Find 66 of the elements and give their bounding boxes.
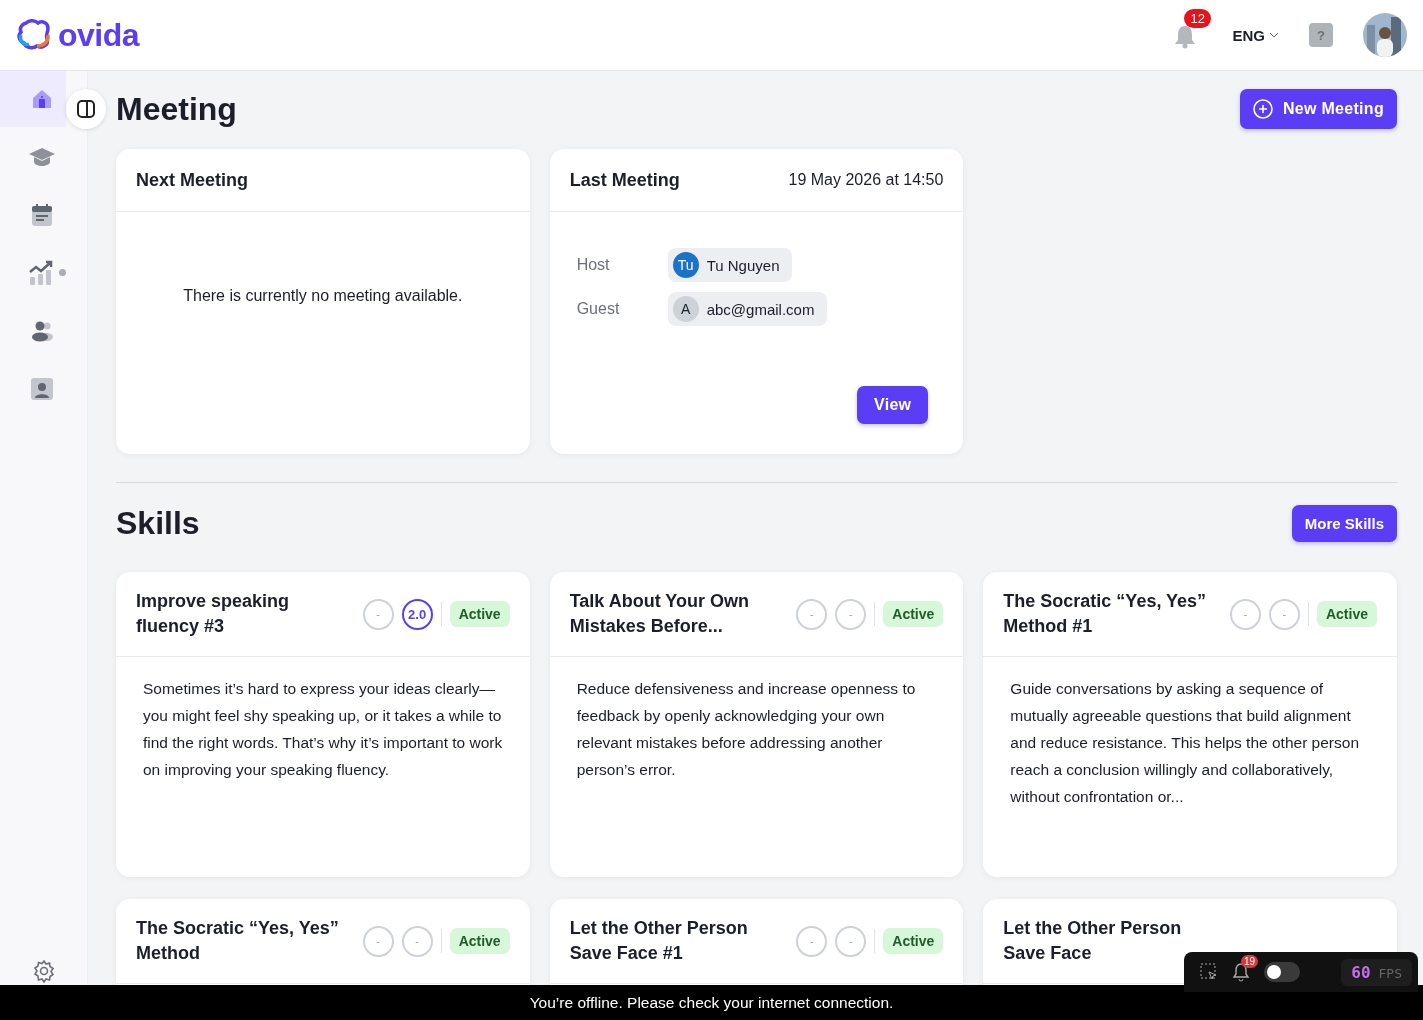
section-title: Skills bbox=[116, 505, 200, 542]
view-button[interactable]: View bbox=[856, 386, 929, 424]
card-title: Next Meeting bbox=[136, 169, 249, 191]
score-circle: - bbox=[1229, 598, 1261, 630]
skill-card[interactable]: Talk About Your Own Mistakes Before... - - Active Reduce defensiveness and increase openness to feedback by openly acknowledging your own relevant mistakes before addressing another person’s error. bbox=[549, 572, 964, 877]
skill-card[interactable]: The Socratic “Yes, Yes” Method - - Active bbox=[116, 899, 530, 985]
skill-title: Talk About Your Own Mistakes Before... bbox=[569, 590, 750, 638]
score-circle: - bbox=[362, 598, 394, 630]
page-title: Meeting bbox=[116, 90, 237, 128]
new-meeting-button[interactable]: New Meeting bbox=[1239, 89, 1397, 129]
graduation-cap-icon bbox=[28, 146, 56, 168]
score-circle: - bbox=[401, 925, 433, 957]
skill-description: Guide conversations by asking a sequence of mutually agreeable questions that build alignment and reduce resistance. This helps the other person reach a conclusion willingly and collaboratively, without confrontation or... bbox=[1009, 679, 1360, 807]
meeting-date: 19 May 2026 at 14:50 bbox=[788, 171, 944, 189]
participant-label: Guest bbox=[576, 300, 620, 318]
home-icon bbox=[30, 87, 54, 111]
score-circle: - bbox=[835, 598, 867, 630]
settings-icon bbox=[31, 959, 56, 983]
skill-description: Sometimes it’s hard to express your ideas clearly—you might feel shy speaking up, or it takes a while to find the right words. That’s why it’s important to work on improving your speaking fluency. bbox=[142, 679, 504, 780]
indicator-dot bbox=[59, 269, 66, 276]
contact-card-icon bbox=[31, 378, 53, 400]
skill-card[interactable]: Let the Other Person Save Face #1 - - Active bbox=[549, 899, 964, 985]
toggle-switch[interactable] bbox=[1264, 962, 1300, 982]
language-selector[interactable]: ENG bbox=[1232, 26, 1279, 44]
status-tag: Active bbox=[449, 928, 510, 954]
selection-icon[interactable] bbox=[1200, 963, 1218, 981]
fps-value: 60 bbox=[1351, 962, 1371, 982]
sidebar-toggle-icon bbox=[76, 99, 96, 119]
bell-icon[interactable] bbox=[1174, 25, 1197, 49]
offline-banner: You’re offline. Please check your internet connection. bbox=[0, 985, 1423, 1020]
score-circle: 2.0 bbox=[401, 598, 433, 630]
status-tag: Active bbox=[883, 928, 944, 954]
participant-name: Tu Nguyen bbox=[706, 256, 780, 274]
notification-count-badge: 19 bbox=[1241, 955, 1259, 968]
calendar-icon bbox=[31, 203, 53, 227]
skill-description: Reduce defensiveness and increase openness to feedback by openly acknowledging your own relevant mistakes before addressing another person’s error. bbox=[575, 679, 917, 780]
users-icon bbox=[30, 320, 54, 342]
skill-card[interactable] bbox=[116, 572, 530, 877]
skill-title: The Socratic “Yes, Yes” Method #1 bbox=[1003, 590, 1208, 638]
card-title: Last Meeting bbox=[569, 169, 680, 191]
skill-title: Let the Other Person Save Face #1 bbox=[569, 917, 749, 965]
score-circle: - bbox=[796, 925, 828, 957]
skill-title: Improve speaking fluency #3 bbox=[136, 590, 291, 638]
status-tag: Active bbox=[449, 601, 510, 627]
settings-button[interactable] bbox=[31, 959, 56, 983]
skill-card[interactable] bbox=[983, 572, 1397, 877]
score-circle: - bbox=[835, 925, 867, 957]
initials-avatar: A bbox=[672, 296, 699, 322]
participant-name: abc@gmail.com bbox=[706, 300, 815, 318]
plus-circle-icon bbox=[1252, 99, 1273, 119]
initials-avatar: Tu bbox=[672, 252, 699, 278]
chevron-down-icon bbox=[1269, 32, 1279, 38]
score-circle: - bbox=[1268, 598, 1300, 630]
status-tag: Active bbox=[883, 601, 944, 627]
participant-label: Host bbox=[576, 256, 610, 274]
skill-title: Let the Other Person Save Face bbox=[1003, 917, 1183, 965]
skill-title: The Socratic “Yes, Yes” Method bbox=[136, 917, 340, 965]
empty-message: There is currently no meeting available. bbox=[182, 287, 464, 305]
collapse-sidebar-button[interactable] bbox=[66, 89, 106, 129]
score-circle: - bbox=[796, 598, 828, 630]
logo-wordmark: ovida bbox=[58, 16, 140, 54]
notification-count-badge: 12 bbox=[1184, 9, 1211, 28]
score-circle: - bbox=[362, 925, 394, 957]
more-skills-button[interactable]: More Skills bbox=[1291, 505, 1397, 542]
status-tag: Active bbox=[1316, 601, 1377, 627]
growth-chart-icon bbox=[29, 260, 55, 286]
